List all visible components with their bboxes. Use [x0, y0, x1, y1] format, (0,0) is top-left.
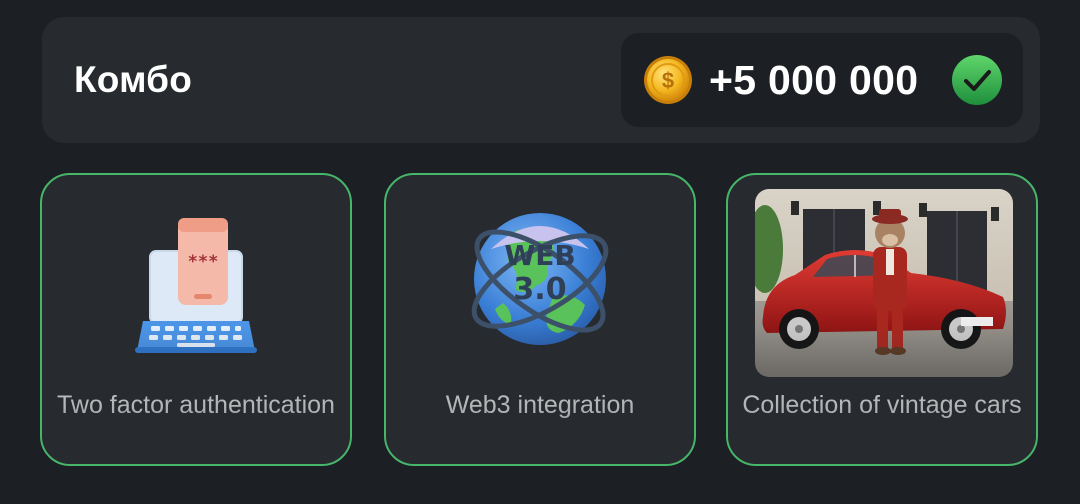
svg-text:$: $: [662, 68, 674, 93]
svg-text:***: ***: [188, 252, 219, 272]
combo-card-vintage-cars[interactable]: Collection of vintage cars: [726, 173, 1038, 466]
combo-card-web3[interactable]: WEB 3.0 Web3 integration: [384, 173, 696, 466]
reward-amount: +5 000 000: [709, 57, 919, 103]
svg-text:WEB: WEB: [504, 239, 575, 272]
card-label-two-factor: Two factor authentication: [57, 391, 335, 419]
web3-globe-icon: WEB 3.0: [471, 213, 609, 345]
phone-laptop-2fa-icon: ***: [135, 218, 257, 353]
combo-card-two-factor[interactable]: *** Two factor authentication: [40, 173, 352, 466]
check-icon: [952, 55, 1002, 105]
vintage-car-photo: [755, 189, 1013, 377]
coin-icon: $: [644, 56, 692, 104]
combo-title: Комбо: [74, 59, 193, 100]
svg-text:3.0: 3.0: [513, 272, 566, 307]
reward-pill: $ +5 000 000: [621, 33, 1023, 127]
card-label-web3: Web3 integration: [445, 391, 635, 419]
combo-header: Комбо $ +5 000 000: [42, 17, 1040, 143]
card-label-vintage-cars: Collection of vintage cars: [742, 391, 1022, 419]
